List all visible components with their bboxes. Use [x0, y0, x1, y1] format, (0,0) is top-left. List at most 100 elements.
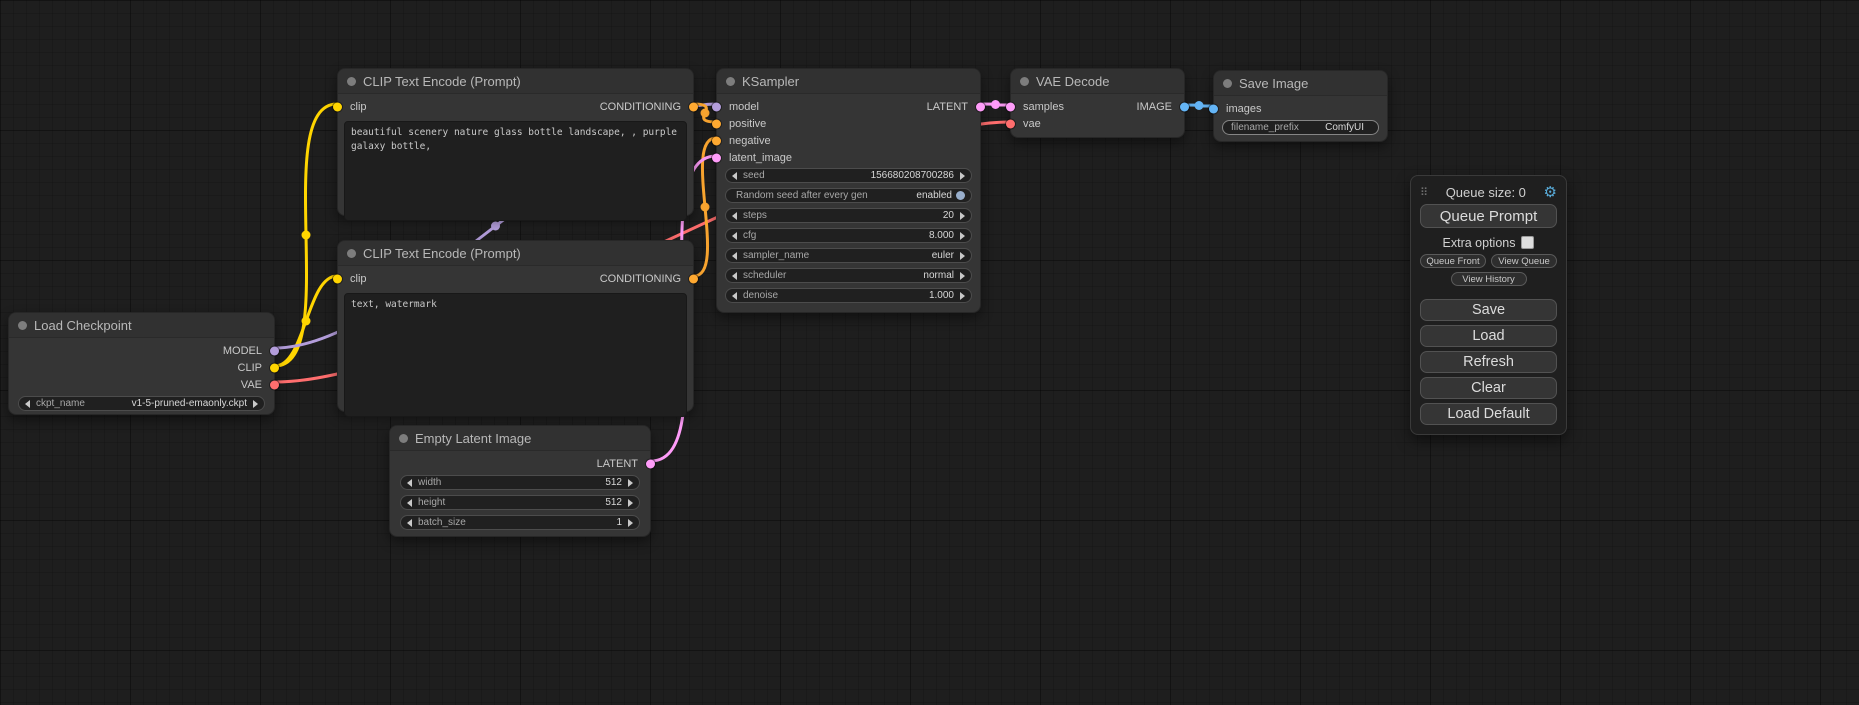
- widget-scheduler[interactable]: scheduler normal: [725, 268, 972, 283]
- link-wire: [275, 104, 337, 366]
- widget-batch-size[interactable]: batch_size 1: [400, 515, 640, 530]
- widget-width[interactable]: width 512: [400, 475, 640, 490]
- increment-arrow-icon[interactable]: [253, 400, 258, 408]
- node-title-bar[interactable]: Load Checkpoint: [9, 313, 274, 338]
- input-dot-negative[interactable]: [712, 136, 721, 145]
- extra-options-checkbox[interactable]: [1521, 236, 1534, 249]
- increment-arrow-icon[interactable]: [960, 252, 965, 260]
- output-dot-conditioning[interactable]: [689, 274, 698, 283]
- prompt-textarea[interactable]: beautiful scenery nature glass bottle la…: [344, 121, 687, 221]
- decrement-arrow-icon[interactable]: [407, 519, 412, 527]
- increment-arrow-icon[interactable]: [628, 499, 633, 507]
- save-button[interactable]: Save: [1420, 299, 1557, 321]
- output-dot-model[interactable]: [270, 346, 279, 355]
- slot-label: vae: [1023, 118, 1041, 130]
- decrement-arrow-icon[interactable]: [25, 400, 30, 408]
- node-clip-text-encode-positive[interactable]: CLIP Text Encode (Prompt) clip CONDITION…: [337, 68, 694, 216]
- output-dot-conditioning[interactable]: [689, 102, 698, 111]
- node-title-bar[interactable]: Save Image: [1214, 71, 1387, 96]
- collapse-dot-icon[interactable]: [399, 434, 408, 443]
- increment-arrow-icon[interactable]: [960, 172, 965, 180]
- input-dot-latent-image[interactable]: [712, 153, 721, 162]
- view-queue-button[interactable]: View Queue: [1491, 254, 1557, 268]
- decrement-arrow-icon[interactable]: [732, 292, 737, 300]
- toggle-icon[interactable]: [956, 191, 965, 200]
- increment-arrow-icon[interactable]: [628, 479, 633, 487]
- node-ksampler[interactable]: KSampler model LATENT positive negative …: [716, 68, 981, 313]
- node-load-checkpoint[interactable]: Load Checkpoint MODEL CLIP VAE ckpt_name…: [8, 312, 275, 415]
- node-title-bar[interactable]: VAE Decode: [1011, 69, 1184, 94]
- widget-value: 20: [943, 210, 954, 221]
- input-dot-clip[interactable]: [333, 274, 342, 283]
- node-vae-decode[interactable]: VAE Decode samples IMAGE vae: [1010, 68, 1185, 138]
- input-dot-images[interactable]: [1209, 104, 1218, 113]
- load-button[interactable]: Load: [1420, 325, 1557, 347]
- output-dot-vae[interactable]: [270, 380, 279, 389]
- slot-row: positive: [717, 115, 980, 132]
- widget-cfg[interactable]: cfg 8.000: [725, 228, 972, 243]
- output-dot-latent[interactable]: [646, 459, 655, 468]
- widget-value: 156680208700286: [871, 170, 954, 181]
- increment-arrow-icon[interactable]: [960, 292, 965, 300]
- widget-sampler-name[interactable]: sampler_name euler: [725, 248, 972, 263]
- view-history-button[interactable]: View History: [1451, 272, 1527, 286]
- widget-denoise[interactable]: denoise 1.000: [725, 288, 972, 303]
- slot-label: positive: [729, 118, 766, 130]
- collapse-dot-icon[interactable]: [347, 77, 356, 86]
- decrement-arrow-icon[interactable]: [732, 212, 737, 220]
- increment-arrow-icon[interactable]: [960, 232, 965, 240]
- decrement-arrow-icon[interactable]: [732, 272, 737, 280]
- node-graph-canvas[interactable]: Load Checkpoint MODEL CLIP VAE ckpt_name…: [0, 0, 1859, 705]
- input-dot-positive[interactable]: [712, 119, 721, 128]
- queue-front-button[interactable]: Queue Front: [1420, 254, 1486, 268]
- drag-handle-icon[interactable]: ⠿: [1420, 186, 1428, 199]
- collapse-dot-icon[interactable]: [1223, 79, 1232, 88]
- refresh-button[interactable]: Refresh: [1420, 351, 1557, 373]
- decrement-arrow-icon[interactable]: [732, 172, 737, 180]
- widget-label: filename_prefix: [1231, 122, 1299, 133]
- collapse-dot-icon[interactable]: [1020, 77, 1029, 86]
- decrement-arrow-icon[interactable]: [407, 479, 412, 487]
- node-title-bar[interactable]: Empty Latent Image: [390, 426, 650, 451]
- input-dot-clip[interactable]: [333, 102, 342, 111]
- increment-arrow-icon[interactable]: [960, 272, 965, 280]
- increment-arrow-icon[interactable]: [960, 212, 965, 220]
- decrement-arrow-icon[interactable]: [407, 499, 412, 507]
- output-dot-latent[interactable]: [976, 102, 985, 111]
- settings-gear-icon[interactable]: ⚙: [1544, 185, 1557, 200]
- widget-height[interactable]: height 512: [400, 495, 640, 510]
- queue-prompt-button[interactable]: Queue Prompt: [1420, 204, 1557, 228]
- node-save-image[interactable]: Save Image images filename_prefix ComfyU…: [1213, 70, 1388, 142]
- input-dot-model[interactable]: [712, 102, 721, 111]
- node-title-bar[interactable]: CLIP Text Encode (Prompt): [338, 241, 693, 266]
- input-dot-samples[interactable]: [1006, 102, 1015, 111]
- collapse-dot-icon[interactable]: [18, 321, 27, 330]
- widget-value: 512: [605, 497, 622, 508]
- node-clip-text-encode-negative[interactable]: CLIP Text Encode (Prompt) clip CONDITION…: [337, 240, 694, 412]
- widget-random-seed-toggle[interactable]: Random seed after every gen enabled: [725, 188, 972, 203]
- load-default-button[interactable]: Load Default: [1420, 403, 1557, 425]
- widget-steps[interactable]: steps 20: [725, 208, 972, 223]
- input-dot-vae[interactable]: [1006, 119, 1015, 128]
- widget-filename-prefix[interactable]: filename_prefix ComfyUI: [1222, 120, 1379, 135]
- slot-row: latent_image: [717, 149, 980, 166]
- decrement-arrow-icon[interactable]: [732, 232, 737, 240]
- node-title-bar[interactable]: CLIP Text Encode (Prompt): [338, 69, 693, 94]
- output-slot-clip: CLIP: [9, 359, 274, 376]
- decrement-arrow-icon[interactable]: [732, 252, 737, 260]
- widget-value: euler: [932, 250, 954, 261]
- widget-seed[interactable]: seed 156680208700286: [725, 168, 972, 183]
- widget-ckpt-name[interactable]: ckpt_name v1-5-pruned-emaonly.ckpt: [18, 396, 265, 411]
- increment-arrow-icon[interactable]: [628, 519, 633, 527]
- clear-button[interactable]: Clear: [1420, 377, 1557, 399]
- queue-size-label: Queue size: 0: [1446, 185, 1526, 200]
- collapse-dot-icon[interactable]: [726, 77, 735, 86]
- output-dot-image[interactable]: [1180, 102, 1189, 111]
- node-empty-latent-image[interactable]: Empty Latent Image LATENT width 512 heig…: [389, 425, 651, 537]
- widget-value: normal: [923, 270, 954, 281]
- node-title: CLIP Text Encode (Prompt): [363, 74, 521, 89]
- output-dot-clip[interactable]: [270, 363, 279, 372]
- node-title-bar[interactable]: KSampler: [717, 69, 980, 94]
- prompt-textarea[interactable]: text, watermark: [344, 293, 687, 417]
- collapse-dot-icon[interactable]: [347, 249, 356, 258]
